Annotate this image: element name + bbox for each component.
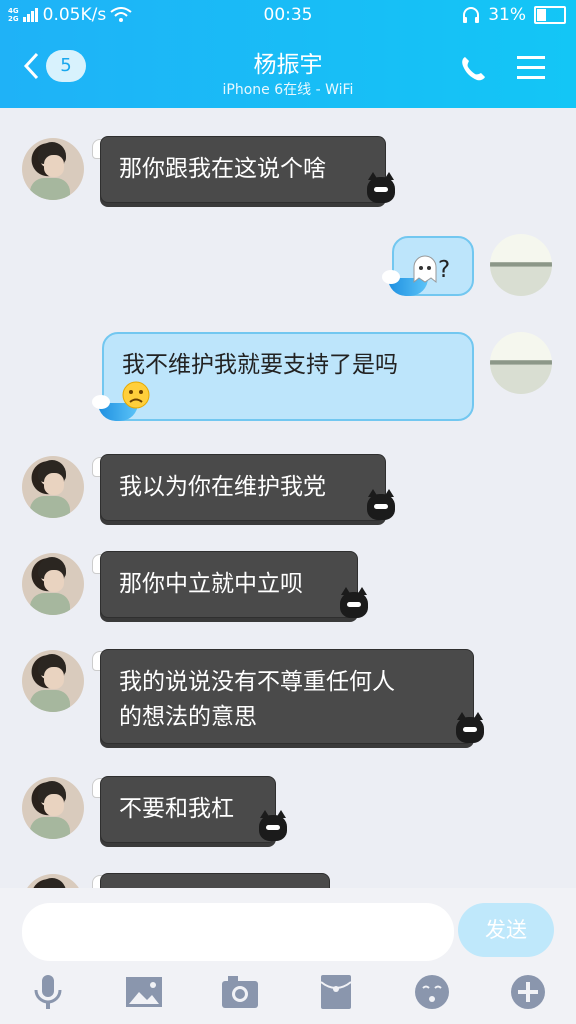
message-bubble[interactable]: 我的说说没有不尊重任何人 的想法的意思	[100, 649, 474, 744]
image-icon[interactable]	[124, 972, 164, 1012]
battery-icon	[534, 6, 566, 24]
black-cat-icon	[340, 587, 368, 618]
message-bubble[interactable]: 不要和我杠	[100, 776, 276, 843]
sad-face-icon	[122, 381, 150, 409]
black-cat-icon	[367, 172, 395, 203]
black-cat-icon	[259, 810, 287, 841]
contact-avatar[interactable]	[22, 777, 84, 839]
black-cat-icon	[367, 489, 395, 520]
message-bubble[interactable]: 那你中立就中立呗	[100, 551, 358, 618]
microphone-icon[interactable]	[28, 972, 68, 1012]
online-status: iPhone 6在线 - WiFi	[222, 82, 354, 98]
chat-title: 杨振宇	[253, 52, 323, 78]
contact-avatar[interactable]	[22, 456, 84, 518]
phone-icon[interactable]	[458, 54, 488, 84]
headphones-icon	[463, 7, 480, 23]
menu-icon[interactable]	[516, 54, 546, 82]
contact-avatar[interactable]	[22, 138, 84, 200]
message-line: 我的说说没有不尊重任何人	[119, 669, 395, 695]
camera-icon[interactable]	[220, 972, 260, 1012]
black-cat-icon	[456, 712, 484, 743]
message-bubble[interactable]: 我不维护我就要支持了是吗	[102, 332, 474, 421]
message-bubble[interactable]: 那你跟我在这说个啥	[100, 136, 386, 203]
my-avatar[interactable]	[490, 234, 552, 296]
red-packet-icon[interactable]	[316, 972, 356, 1012]
battery-fill	[537, 9, 546, 21]
status-right: 31%	[462, 5, 566, 25]
send-button[interactable]: 发送	[458, 903, 554, 957]
message-text: 我不维护我就要支持了是吗	[122, 352, 398, 378]
top-bar: 4G 2G 0.05K/s 00:35 31% 5 杨振宇 iPhone 6在线…	[0, 0, 576, 108]
contact-avatar[interactable]	[22, 650, 84, 712]
message-line: 的想法的意思	[119, 704, 257, 730]
contact-avatar[interactable]	[22, 553, 84, 615]
plus-icon[interactable]	[508, 972, 548, 1012]
ghost-emoji-icon	[413, 255, 437, 284]
status-bar: 4G 2G 0.05K/s 00:35 31%	[0, 0, 576, 34]
message-input[interactable]	[22, 903, 454, 961]
emoji-icon[interactable]	[412, 972, 452, 1012]
message-bubble[interactable]: 我以为你在维护我党	[100, 454, 386, 521]
input-bar: 发送	[0, 888, 576, 1024]
my-avatar[interactable]	[490, 332, 552, 394]
battery-percent: 31%	[488, 5, 526, 25]
